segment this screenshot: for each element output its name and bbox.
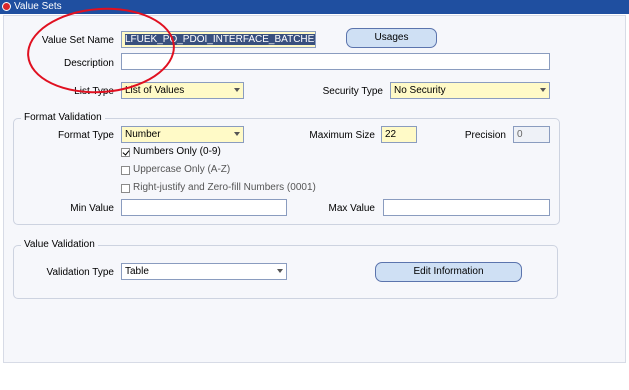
value-validation-title: Value Validation xyxy=(21,239,98,250)
window-title-bar: Value Sets xyxy=(0,0,629,14)
numbers-only-label: Numbers Only (0-9) xyxy=(133,146,221,157)
max-value-field[interactable] xyxy=(383,199,550,216)
chevron-down-icon xyxy=(277,269,283,273)
list-type-label: List Type xyxy=(74,86,114,97)
precision-field[interactable]: 0 xyxy=(513,126,550,143)
list-type-value: List of Values xyxy=(125,85,185,96)
security-type-value: No Security xyxy=(394,85,446,96)
min-value-field[interactable] xyxy=(121,199,287,216)
min-value-label: Min Value xyxy=(70,203,114,214)
uppercase-only-checkbox[interactable] xyxy=(121,166,130,175)
right-justify-checkbox[interactable] xyxy=(121,184,130,193)
description-field[interactable] xyxy=(121,53,550,70)
format-type-value: Number xyxy=(125,129,161,140)
format-type-select[interactable]: Number xyxy=(121,126,244,143)
oracle-logo-icon xyxy=(2,2,11,11)
description-label: Description xyxy=(63,58,114,69)
max-value-label: Max Value xyxy=(328,203,375,214)
value-set-name-label: Value Set Name xyxy=(41,35,114,46)
value-sets-form: Value Set Name LFUEK_PO_PDOI_INTERFACE_B… xyxy=(3,15,626,363)
format-type-label: Format Type xyxy=(58,130,114,141)
precision-label: Precision xyxy=(464,130,506,141)
chevron-down-icon xyxy=(540,88,546,92)
validation-type-value: Table xyxy=(125,266,149,277)
format-validation-title: Format Validation xyxy=(21,112,105,123)
edit-information-button[interactable]: Edit Information xyxy=(375,262,522,282)
maximum-size-label: Maximum Size xyxy=(309,130,375,141)
window-title: Value Sets xyxy=(14,1,62,12)
edit-information-button-label: Edit Information xyxy=(413,266,484,277)
usages-button-label: Usages xyxy=(374,32,409,43)
security-type-select[interactable]: No Security xyxy=(390,82,550,99)
chevron-down-icon xyxy=(234,88,240,92)
right-justify-label: Right-justify and Zero-fill Numbers (000… xyxy=(133,182,316,193)
value-set-name-field[interactable]: LFUEK_PO_PDOI_INTERFACE_BATCHES xyxy=(121,31,316,48)
maximum-size-field[interactable]: 22 xyxy=(381,126,417,143)
security-type-label: Security Type xyxy=(322,86,383,97)
usages-button[interactable]: Usages xyxy=(346,28,437,48)
validation-type-label: Validation Type xyxy=(46,267,114,278)
chevron-down-icon xyxy=(234,132,240,136)
value-set-name-text: LFUEK_PO_PDOI_INTERFACE_BATCHES xyxy=(125,34,315,45)
validation-type-select[interactable]: Table xyxy=(121,263,287,280)
numbers-only-checkbox[interactable] xyxy=(121,148,130,157)
uppercase-only-label: Uppercase Only (A-Z) xyxy=(133,164,231,175)
list-type-select[interactable]: List of Values xyxy=(121,82,244,99)
